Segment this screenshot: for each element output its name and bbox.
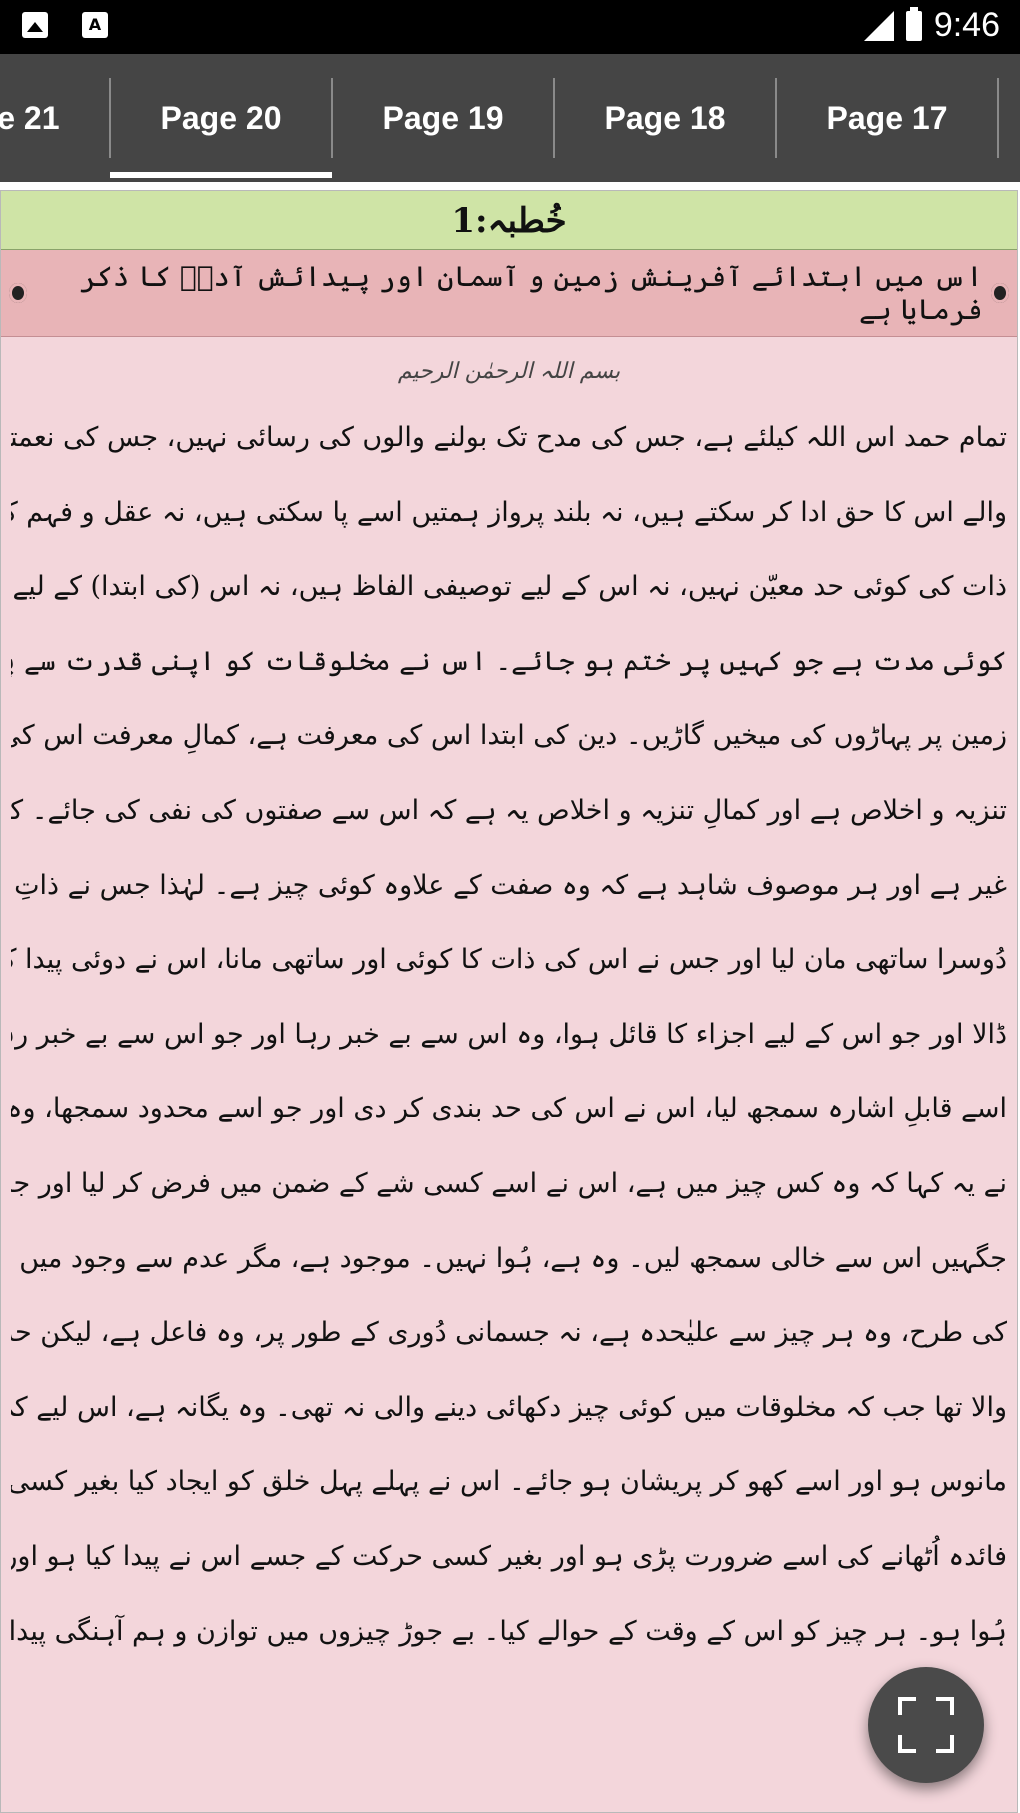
tab-page-21[interactable]: Page 21 [0,54,110,182]
text-line: غیر ہے اور ہر موصوف شاہد ہے کہ وہ صفت کے… [11,869,1007,901]
tab-page-19[interactable]: Page 19 [332,54,554,182]
flower-ornament-icon [990,283,1009,303]
status-bar: A 9:46 [0,0,1020,54]
text-line: تنزیہ و اخلاص ہے اور کمالِ تنزیہ و اخلاص… [11,794,1007,826]
status-time: 9:46 [933,6,1000,44]
bismillah-calligraphy: بسم اللہ الرحمٰن الرحیم [1,341,1017,401]
bismillah-text: بسم اللہ الرحمٰن الرحیم [397,358,621,384]
text-line: مانوس ہو اور اسے کھو کر پریشان ہو جائے۔ … [11,1466,1007,1498]
selected-tab-indicator [110,172,332,178]
text-line: جگہیں اس سے خالی سمجھ لیں۔ وہ ہے، ہُوا ن… [11,1242,1007,1274]
tab-divider [997,78,999,158]
text-line: ہُوا ہو۔ ہر چیز کو اس کے وقت کے حوالے کی… [11,1615,1007,1647]
text-line: والا تھا جب کہ مخلوقات میں کوئی چیز دکھا… [11,1391,1007,1423]
text-line: تمام حمد اس اللہ کیلئے ہے، جس کی مدح تک … [11,422,1007,453]
tab-page-20[interactable]: Page 20 [110,54,332,182]
khutba-header: خُطبہ:1 [1,191,1017,250]
battery-charging-icon [905,6,922,41]
gallery-icon [22,12,48,38]
text-line: کوئی مدت ہے جو کہیں پر ختم ہو جائے۔ اس ن… [11,645,1007,677]
khutba-title: خُطبہ:1 [451,200,567,241]
khutba-subtitle-bar: اس میں ابتدائے آفرینش زمین و آسمان اور پ… [1,250,1017,337]
signal-icon [863,10,894,41]
tab-page-18[interactable]: Page 18 [554,54,776,182]
tab-page-17[interactable]: Page 17 [776,54,998,182]
keyboard-icon: A [82,12,108,38]
text-line: نے یہ کہا کہ وہ کس چیز میں ہے، اس نے اسے… [11,1167,1007,1199]
text-line: اسے قابلِ اشارہ سمجھ لیا، اس نے اس کی حد… [11,1093,1007,1125]
text-line: کی طرح، وہ ہر چیز سے علیٰحدہ ہے، نہ جسما… [11,1317,1007,1349]
status-right-icons: 9:46 [863,6,1000,45]
text-line: زمین پر پہاڑوں کی میخیں گاڑیں۔ دین کی اب… [11,720,1007,752]
text-line: دُوسرا ساتھی مان لیا اور جس نے اس کی ذات… [11,944,1007,976]
flower-ornament-icon [9,283,28,303]
status-left-icons: A [22,12,108,38]
text-line: ذات کی کوئی حد معیّن نہیں، نہ اس کے لیے … [11,571,1007,603]
page-content[interactable]: خُطبہ:1 اس میں ابتدائے آفرینش زمین و آسم… [0,190,1018,1813]
text-line: فائدہ اُٹھانے کی اسے ضرورت پڑی ہو اور بغ… [11,1540,1007,1572]
fullscreen-button[interactable] [868,1667,984,1783]
text-line: والے اس کا حق ادا کر سکتے ہیں، نہ بلند پ… [11,496,1007,528]
khutba-subtitle: اس میں ابتدائے آفرینش زمین و آسمان اور پ… [80,260,983,326]
page-tab-bar: Page 21 Page 20 Page 19 Page 18 Page 17 [0,54,1020,182]
text-line: ڈالا اور جو اس کے لیے اجزاء کا قائل ہوا،… [11,1018,1007,1050]
sermon-body: تمام حمد اس اللہ کیلئے ہے، جس کی مدح تک … [11,401,1007,1669]
fullscreen-icon [898,1697,954,1753]
